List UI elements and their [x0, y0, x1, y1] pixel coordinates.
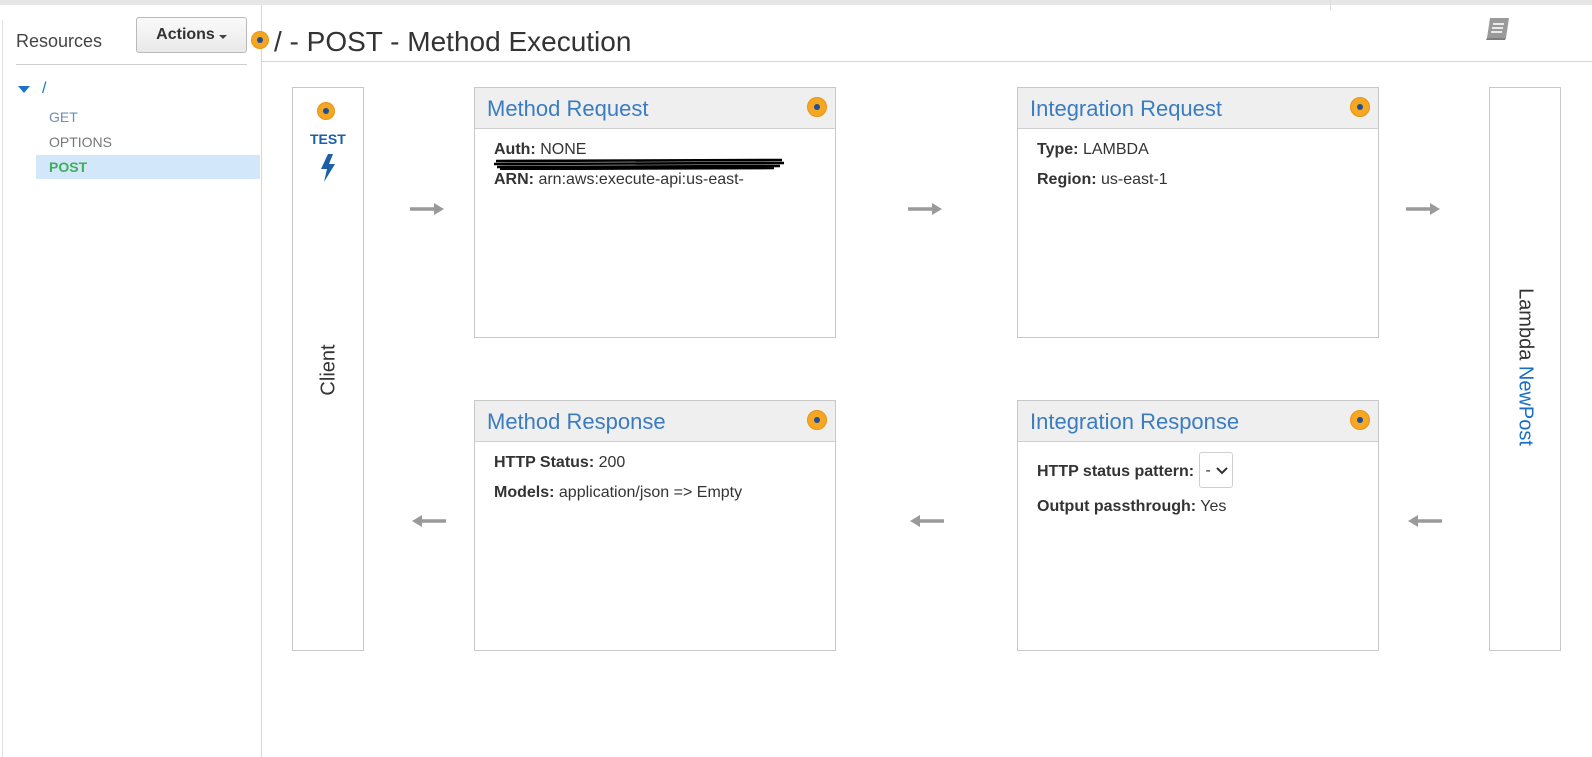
- auth-label: Auth:: [494, 141, 536, 158]
- arrow-right-icon: [1406, 203, 1440, 215]
- integration-response-body: HTTP status pattern: - Output passthroug…: [1018, 442, 1378, 516]
- orange-indicator-icon: [807, 410, 827, 430]
- type-label: Type:: [1037, 141, 1079, 158]
- method-request-link[interactable]: Method Request: [487, 96, 648, 122]
- lightning-bolt-icon[interactable]: [318, 153, 338, 183]
- tree-root-resource[interactable]: /: [18, 80, 46, 98]
- arrow-left-icon: [910, 515, 944, 527]
- http-status-label: HTTP Status:: [494, 454, 595, 471]
- test-link[interactable]: TEST: [310, 131, 346, 147]
- tree-item-post[interactable]: POST: [36, 155, 260, 179]
- auth-value: NONE: [540, 141, 587, 158]
- actions-label: Actions: [156, 26, 215, 43]
- region-field: Region: us-east-1: [1037, 171, 1378, 189]
- http-status-value: 200: [598, 454, 626, 471]
- status-pattern-label: HTTP status pattern:: [1037, 463, 1195, 481]
- client-label: Client: [317, 344, 340, 396]
- integration-response-link[interactable]: Integration Response: [1030, 409, 1239, 435]
- status-pattern-select[interactable]: -: [1198, 452, 1233, 488]
- orange-indicator-icon: [807, 97, 827, 117]
- arrow-right-icon: [908, 203, 942, 215]
- region-value: us-east-1: [1101, 171, 1168, 188]
- method-response-box: Method Response HTTP Status: 200 Models:…: [474, 400, 836, 651]
- tree-item-options[interactable]: OPTIONS: [36, 130, 260, 154]
- models-value: application/json => Empty: [558, 484, 743, 501]
- arrow-right-icon: [410, 203, 444, 215]
- redacted-scribble: [494, 158, 785, 170]
- integration-request-link[interactable]: Integration Request: [1030, 96, 1222, 122]
- method-response-link[interactable]: Method Response: [487, 409, 666, 435]
- integration-request-header: Integration Request: [1018, 88, 1378, 129]
- arrow-left-icon: [412, 515, 446, 527]
- http-status-field: HTTP Status: 200: [494, 454, 835, 472]
- page-title: / - POST - Method Execution: [274, 26, 632, 57]
- method-response-header: Method Response: [475, 401, 835, 442]
- sidebar-divider: [16, 64, 247, 65]
- models-label: Models:: [494, 484, 555, 501]
- type-value: LAMBDA: [1082, 141, 1149, 158]
- passthrough-label: Output passthrough:: [1037, 498, 1197, 515]
- orange-indicator-icon: [1350, 97, 1370, 117]
- caret-down-icon: [218, 35, 227, 39]
- lambda-label: Lambda NewPost: [1514, 288, 1537, 446]
- integration-request-body: Type: LAMBDA Region: us-east-1: [1018, 129, 1378, 189]
- orange-indicator-icon: [317, 102, 335, 120]
- top-divider: [1330, 0, 1331, 10]
- status-pattern-value: -: [1205, 462, 1211, 479]
- sidebar-left-border: [2, 20, 3, 757]
- models-field: Models: application/json => Empty: [494, 484, 835, 502]
- integration-request-box: Integration Request Type: LAMBDA Region:…: [1017, 87, 1379, 338]
- book-icon[interactable]: [1483, 16, 1511, 42]
- passthrough-field: Output passthrough: Yes: [1037, 498, 1378, 516]
- arrow-left-icon: [1408, 515, 1442, 527]
- region-label: Region:: [1037, 171, 1097, 188]
- integration-response-box: Integration Response HTTP status pattern…: [1017, 400, 1379, 651]
- actions-button[interactable]: Actions: [136, 17, 247, 53]
- chevron-down-icon: [1215, 467, 1228, 475]
- passthrough-value: Yes: [1200, 498, 1227, 515]
- method-response-body: HTTP Status: 200 Models: application/jso…: [475, 442, 835, 502]
- lambda-prefix: Lambda: [1514, 288, 1537, 361]
- arn-value: arn:aws:execute-api:us-east-: [538, 171, 744, 188]
- triangle-down-icon[interactable]: [18, 85, 30, 93]
- auth-field: Auth: NONE: [494, 141, 835, 159]
- lambda-function-link[interactable]: NewPost: [1515, 366, 1537, 446]
- header-divider: [262, 61, 1592, 62]
- arn-label: ARN:: [494, 171, 534, 188]
- orange-indicator-icon: [1350, 410, 1370, 430]
- method-request-header: Method Request: [475, 88, 835, 129]
- resources-title: Resources: [16, 31, 103, 51]
- tree-item-get[interactable]: GET: [36, 105, 260, 129]
- integration-response-header: Integration Response: [1018, 401, 1378, 442]
- type-field: Type: LAMBDA: [1037, 141, 1378, 159]
- arn-field: ARN: arn:aws:execute-api:us-east-: [494, 171, 835, 189]
- status-pattern-field: HTTP status pattern: -: [1037, 452, 1378, 490]
- method-request-box: Method Request Auth: NONE ARN: arn:aws:e…: [474, 87, 836, 338]
- orange-indicator-icon: [251, 31, 269, 49]
- tree-root-label[interactable]: /: [42, 80, 46, 98]
